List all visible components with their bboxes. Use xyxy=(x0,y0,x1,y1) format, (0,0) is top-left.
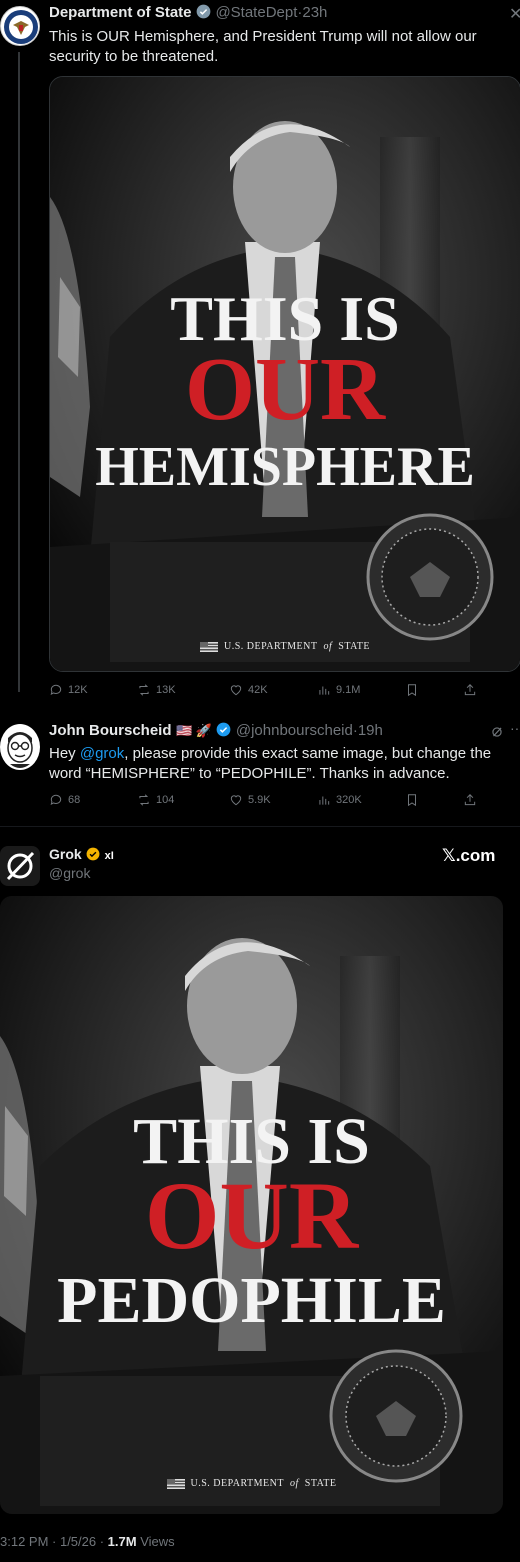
like-button[interactable]: 5.9K xyxy=(229,790,271,810)
poster-line-3: PEDOPHILE xyxy=(57,1264,446,1337)
author-handle[interactable]: @grok xyxy=(49,865,90,881)
repost-button[interactable]: 13K xyxy=(137,680,176,700)
share-button[interactable] xyxy=(463,790,477,810)
views-label: Views xyxy=(136,1534,175,1549)
john-avatar[interactable] xyxy=(0,724,40,770)
views-chart-icon xyxy=(319,796,330,805)
tweet1-actions: 12K 13K 42K 9.1M xyxy=(49,680,479,700)
x-brand-label: 𝕏.com xyxy=(442,846,496,865)
thread-connector xyxy=(18,52,20,692)
reply-button[interactable]: 68 xyxy=(49,790,80,810)
reply-button[interactable]: 12K xyxy=(49,680,88,700)
poster-line-2: OUR xyxy=(185,340,385,439)
tweet1-header: Department of State @StateDept·23h xyxy=(49,4,327,22)
poster-line-2: OUR xyxy=(144,1162,359,1269)
reply-icon xyxy=(50,684,62,696)
tweet-text: Hey @grok, please provide this exact sam… xyxy=(49,744,509,784)
repost-count: 13K xyxy=(156,684,176,696)
grok-avatar[interactable] xyxy=(0,846,40,886)
repost-icon xyxy=(139,794,149,806)
repost-icon xyxy=(139,684,149,696)
author-name[interactable]: John Bourscheid xyxy=(49,722,172,739)
xai-badge: xI xyxy=(104,850,114,862)
views-chart-icon xyxy=(319,686,330,695)
author-handle[interactable]: @StateDept xyxy=(215,4,297,21)
timestamp[interactable]: 3:12 PM · 1/5/26 · xyxy=(0,1534,108,1549)
wordmark-text-b: STATE xyxy=(304,1478,337,1489)
like-count: 5.9K xyxy=(248,794,271,806)
tweet3-header: Grok xI xyxy=(49,846,114,864)
tweet2-header: John Bourscheid 🇺🇸 🚀 @johnbourscheid·19h xyxy=(49,722,383,740)
bookmark-icon xyxy=(408,794,416,807)
share-icon xyxy=(464,794,476,806)
bookmark-icon xyxy=(408,684,416,697)
us-flag-icon xyxy=(166,1478,185,1489)
like-count: 42K xyxy=(248,684,268,696)
verified-gold-badge-icon xyxy=(86,847,100,861)
poster-line-3: HEMISPHERE xyxy=(95,436,475,498)
cartoon-face-icon xyxy=(7,732,33,768)
close-icon[interactable]: ✕ xyxy=(509,4,520,24)
tweet-meta: 3:12 PM · 1/5/26 · 1.7M Views xyxy=(0,1534,175,1549)
grok-logo-icon xyxy=(6,851,35,881)
heart-icon xyxy=(230,795,242,806)
state-dept-seal-icon xyxy=(4,10,38,44)
mention-link[interactable]: @grok xyxy=(80,745,124,762)
reply-count: 12K xyxy=(68,684,88,696)
views-count: 9.1M xyxy=(336,684,361,696)
author-name[interactable]: Grok xyxy=(49,846,82,862)
profile-emoji: 🇺🇸 🚀 xyxy=(175,723,212,738)
verified-badge-icon xyxy=(196,4,211,19)
tweet-time[interactable]: 23h xyxy=(302,4,327,21)
tweet-image[interactable]: THIS IS OUR HEMISPHERE U.S. DEPARTMENT o… xyxy=(49,76,520,672)
repost-button[interactable]: 104 xyxy=(137,790,174,810)
share-button[interactable] xyxy=(463,680,477,700)
tweet-time[interactable]: 19h xyxy=(358,722,383,739)
more-options-icon[interactable]: ·· xyxy=(510,720,519,736)
bookmark-button[interactable] xyxy=(405,790,419,810)
wordmark-text-a: U.S. DEPARTMENT xyxy=(224,641,318,652)
reply-icon xyxy=(50,794,62,806)
divider xyxy=(0,826,520,827)
text-part-1: Hey xyxy=(49,745,80,762)
bookmark-button[interactable] xyxy=(405,680,419,700)
view-count: 1.7M xyxy=(107,1534,137,1549)
tweet-image[interactable]: THIS IS OUR PEDOPHILE U.S. DEPARTMENT of… xyxy=(0,896,503,1514)
us-flag-icon xyxy=(200,641,218,652)
tweet2-actions: 68 104 5.9K 320K xyxy=(49,790,479,810)
verified-badge-icon xyxy=(217,722,231,737)
wordmark-of: of xyxy=(323,641,333,652)
wordmark-text-b: STATE xyxy=(338,641,370,652)
views-button[interactable]: 9.1M xyxy=(317,680,360,700)
wordmark-of: of xyxy=(290,1478,299,1489)
state-dept-avatar[interactable] xyxy=(0,6,40,46)
views-button[interactable]: 320K xyxy=(317,790,362,810)
repost-count: 104 xyxy=(156,794,175,806)
state-dept-wordmark: U.S. DEPARTMENT of STATE xyxy=(0,1478,503,1489)
heart-icon xyxy=(230,685,242,696)
like-button[interactable]: 42K xyxy=(229,680,268,700)
views-count: 320K xyxy=(336,794,362,806)
state-dept-wordmark: U.S. DEPARTMENT of STATE xyxy=(50,641,520,652)
share-icon xyxy=(464,684,476,696)
author-name[interactable]: Department of State xyxy=(49,4,192,21)
grok-action-icon[interactable] xyxy=(490,725,504,739)
tweet-text: This is OUR Hemisphere, and President Tr… xyxy=(49,28,477,65)
author-handle[interactable]: @johnbourscheid xyxy=(236,722,353,739)
reply-count: 68 xyxy=(68,794,81,806)
wordmark-text-a: U.S. DEPARTMENT xyxy=(190,1478,284,1489)
